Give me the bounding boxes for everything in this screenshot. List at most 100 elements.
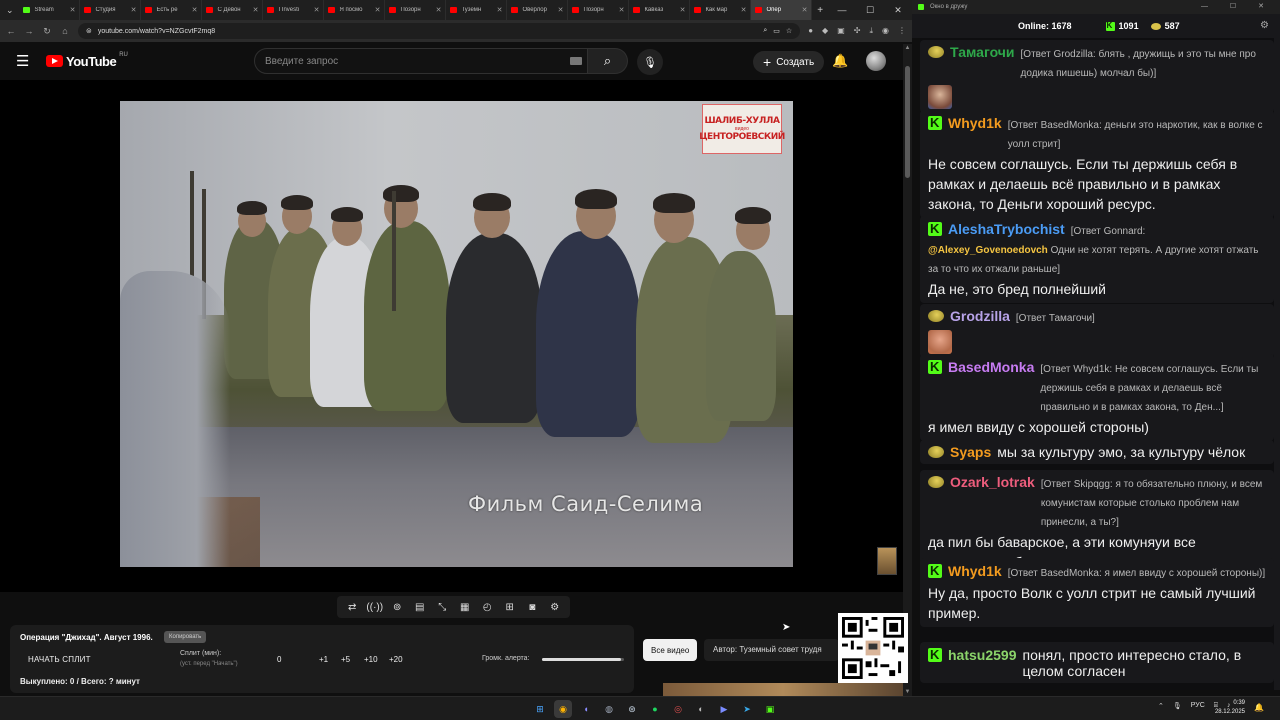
copy-chip[interactable]: Копировать xyxy=(164,631,207,643)
browser-tab[interactable]: Я посмо ✕ xyxy=(324,0,386,20)
tab-close-icon[interactable]: ✕ xyxy=(497,6,503,14)
browser-tab[interactable]: Stream ✕ xyxy=(19,0,81,20)
chat-username[interactable]: AleshaTrybochist xyxy=(948,221,1065,237)
alert-volume-slider[interactable] xyxy=(542,658,624,661)
chat-message[interactable]: Whyd1k [Ответ BasedMonka: я имел ввиду с … xyxy=(920,558,1274,627)
tab-close-icon[interactable]: ✕ xyxy=(70,6,76,14)
increment-button[interactable]: +5 xyxy=(341,655,350,664)
extension-icon[interactable]: ▣ xyxy=(837,26,845,36)
create-button[interactable]: + Создать xyxy=(753,51,825,73)
increment-button[interactable]: +10 xyxy=(364,655,378,664)
chat-message[interactable]: AleshaTrybochist [Ответ Gonnard: @Alexey_G… xyxy=(920,216,1274,303)
site-info-icon[interactable]: ⊜ xyxy=(86,27,92,35)
watch-later-icon[interactable]: ⊚ xyxy=(388,602,406,613)
browser-tab[interactable]: Есть ре ✕ xyxy=(141,0,203,20)
browser-tab[interactable]: Позорн ✕ xyxy=(568,0,630,20)
chat-list[interactable]: Тамагочи [Ответ Grodzilla: блять , дружищ… xyxy=(920,38,1274,690)
microphone-tray-icon[interactable]: 🎙 xyxy=(1173,702,1182,710)
chat-reply[interactable]: [Ответ Grodzilla: блять , дружищь и это … xyxy=(1021,45,1266,83)
browser-tab[interactable]: Опер ✕ xyxy=(751,0,813,20)
menu-icon[interactable]: ☰ xyxy=(16,52,36,70)
downloads-icon[interactable]: ⤓ xyxy=(869,26,873,36)
browser-tab[interactable]: С Девон ✕ xyxy=(202,0,264,20)
increment-button[interactable]: +1 xyxy=(319,655,328,664)
zoom-icon[interactable]: ⌕ xyxy=(763,27,767,35)
home-icon[interactable]: ⌂ xyxy=(60,26,70,36)
browser-tab[interactable]: Как мар ✕ xyxy=(690,0,752,20)
cast-icon[interactable]: ▭ xyxy=(773,27,780,35)
chat-reply[interactable]: [Ответ BasedMonka: я имел ввиду с хороше… xyxy=(1008,564,1265,583)
notification-center-icon[interactable]: 🔔 xyxy=(1254,703,1264,712)
tray-expand-icon[interactable]: ⌃ xyxy=(1158,702,1164,710)
browser-tab[interactable]: I Investi ✕ xyxy=(263,0,325,20)
gear-icon[interactable]: ⚙ xyxy=(546,602,564,613)
tab-close-icon[interactable]: ✕ xyxy=(436,6,442,14)
recorder-icon[interactable]: ◎ xyxy=(669,700,687,718)
chat-username[interactable]: Grodzilla xyxy=(950,308,1010,324)
loop-icon[interactable]: ⇄ xyxy=(343,602,361,613)
chat-username[interactable]: Whyd1k xyxy=(948,563,1002,579)
chat-message[interactable]: Тамагочи [Ответ Grodzilla: блять , дружищ… xyxy=(920,40,1274,113)
resize-icon[interactable]: ⤡ xyxy=(433,602,451,613)
chat-reply[interactable]: [Ответ Skipqgg: я то обязательно плюну, … xyxy=(1041,475,1266,532)
tab-close-icon[interactable]: ✕ xyxy=(314,6,320,14)
tab-close-icon[interactable]: ✕ xyxy=(802,6,808,14)
chat-reply[interactable]: [Ответ Тамагочи] xyxy=(1016,309,1095,328)
close-window-icon[interactable]: ✕ xyxy=(884,5,912,16)
chat-reply[interactable]: [Ответ Gonnard: xyxy=(1071,222,1146,241)
tab-search-chevron-icon[interactable]: ⌄ xyxy=(0,0,19,20)
extension-icon[interactable]: ● xyxy=(808,26,813,36)
chat-mention[interactable]: @Alexey_Govenoedovch xyxy=(928,245,1048,256)
app-icon[interactable]: ◍ xyxy=(600,700,618,718)
tab-close-icon[interactable]: ✕ xyxy=(192,6,198,14)
chat-username[interactable]: BasedMonka xyxy=(948,359,1034,375)
voice-search-button[interactable]: 🎙 xyxy=(637,49,663,75)
speedometer-icon[interactable]: ◴ xyxy=(478,602,496,613)
tab-close-icon[interactable]: ✕ xyxy=(253,6,259,14)
forward-icon[interactable]: → xyxy=(24,26,34,36)
chat-username[interactable]: Ozark_lotrak xyxy=(950,474,1035,490)
split-minutes-value[interactable]: 0 xyxy=(277,655,281,664)
obs-icon[interactable]: ◐ xyxy=(692,700,710,718)
browser-tab[interactable]: Туземн ✕ xyxy=(446,0,508,20)
reload-icon[interactable]: ↻ xyxy=(42,26,52,37)
chat-settings-icon[interactable]: ⚙ xyxy=(1260,20,1269,31)
filmstrip-icon[interactable]: ▦ xyxy=(456,602,474,613)
scroll-down-icon[interactable]: ▼ xyxy=(903,689,912,695)
tab-close-icon[interactable]: ✕ xyxy=(131,6,137,14)
start-split-button[interactable]: НАЧАТЬ СПЛИТ xyxy=(28,655,91,664)
all-videos-button[interactable]: Все видео xyxy=(643,639,698,661)
overlay-thumbnail[interactable] xyxy=(877,547,897,575)
tab-close-icon[interactable]: ✕ xyxy=(375,6,381,14)
minimize-icon[interactable]: — xyxy=(828,5,856,16)
extension-icon[interactable]: ◆ xyxy=(822,26,828,36)
clapper-icon[interactable]: ▤ xyxy=(411,602,429,613)
avatar[interactable] xyxy=(866,51,886,71)
browser-tab[interactable]: Позорн ✕ xyxy=(385,0,447,20)
chrome-icon[interactable]: ◉ xyxy=(554,700,572,718)
chat-message[interactable]: Syaps мы за культуру эмо, за культуру чёл… xyxy=(920,440,1274,464)
maximize-icon[interactable]: ☐ xyxy=(856,5,884,16)
scrollbar-thumb[interactable] xyxy=(905,66,910,178)
chat-username[interactable]: Тамагочи xyxy=(950,44,1015,60)
kick-app-icon[interactable]: ▣ xyxy=(761,700,779,718)
clock[interactable]: 0:39 28.12.2025 xyxy=(1209,699,1245,717)
chat-message[interactable]: Whyd1k [Ответ BasedMonka: деньги это нарк… xyxy=(920,110,1274,218)
telegram-icon[interactable]: ➤ xyxy=(738,700,756,718)
chat-reply[interactable]: [Ответ Whyd1k: Не совсем соглашусь. Если… xyxy=(1040,360,1266,417)
video-player[interactable]: ШАЛИБ-ХУЛЛА видео ЦЕНТОРОЕВСКИЙ Фильм Са… xyxy=(0,80,903,592)
media-icon[interactable]: ▶ xyxy=(715,700,733,718)
chat-scrollbar[interactable] xyxy=(1274,38,1280,690)
page-scrollbar[interactable]: ▲ ▼ xyxy=(903,44,912,696)
notifications-bell-icon[interactable]: 🔔 xyxy=(832,53,848,69)
add-screen-icon[interactable]: ⊞ xyxy=(501,602,519,613)
chat-message[interactable]: BasedMonka [Ответ Whyd1k: Не совсем согла… xyxy=(920,354,1274,441)
browser-menu-icon[interactable]: ⋮ xyxy=(898,26,906,36)
chat-reply[interactable]: [Ответ BasedMonka: деньги это наркотик, … xyxy=(1008,116,1266,154)
tab-close-icon[interactable]: ✕ xyxy=(619,6,625,14)
discord-icon[interactable]: ◖ xyxy=(577,700,595,718)
increment-button[interactable]: +20 xyxy=(389,655,403,664)
broadcast-icon[interactable]: ((·)) xyxy=(366,602,384,613)
spotify-icon[interactable]: ● xyxy=(646,700,664,718)
youtube-logo[interactable]: YouTube RU xyxy=(46,52,128,69)
